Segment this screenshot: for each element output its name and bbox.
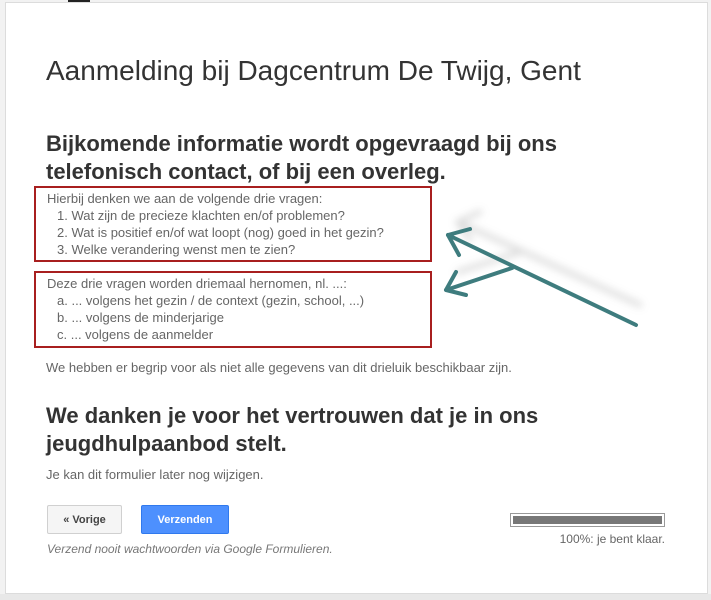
perspectives-intro: Deze drie vragen worden driemaal hernome… <box>47 276 347 291</box>
submit-button[interactable]: Verzenden <box>141 505 229 534</box>
back-button[interactable]: « Vorige <box>47 505 122 534</box>
question-item: 1. Wat zijn de precieze klachten en/of p… <box>57 208 345 223</box>
questions-highlight-box: Hierbij denken we aan de volgende drie v… <box>34 186 432 262</box>
perspective-item: c. ... volgens de aanmelder <box>57 327 214 342</box>
progress-fill <box>513 516 662 524</box>
progress-bar <box>510 513 665 527</box>
page-bottom-strip <box>0 594 711 600</box>
perspective-item: a. ... volgens het gezin / de context (g… <box>57 293 365 308</box>
edit-note: Je kan dit formulier later nog wijzigen. <box>46 467 264 482</box>
perspectives-highlight-box: Deze drie vragen worden driemaal hernome… <box>34 271 432 348</box>
perspective-item: b. ... volgens de minderjarige <box>57 310 224 325</box>
question-item: 2. Wat is positief en/of wat loopt (nog)… <box>57 225 384 240</box>
password-warning: Verzend nooit wachtwoorden via Google Fo… <box>47 542 333 556</box>
thanks-message: We danken je voor het vertrouwen dat je … <box>46 403 539 456</box>
questions-list: 1. Wat zijn de precieze klachten en/of p… <box>47 207 430 258</box>
understanding-note: We hebben er begrip voor als niet alle g… <box>46 360 512 375</box>
form-title: Aanmelding bij Dagcentrum De Twijg, Gent <box>46 55 581 86</box>
section-title: Bijkomende informatie wordt opgevraagd b… <box>46 131 557 184</box>
question-item: 3. Welke verandering wenst men te zien? <box>57 242 296 257</box>
questions-intro: Hierbij denken we aan de volgende drie v… <box>47 191 323 206</box>
perspectives-list: a. ... volgens het gezin / de context (g… <box>47 292 430 343</box>
progress-label: 100%: je bent klaar. <box>559 532 665 546</box>
